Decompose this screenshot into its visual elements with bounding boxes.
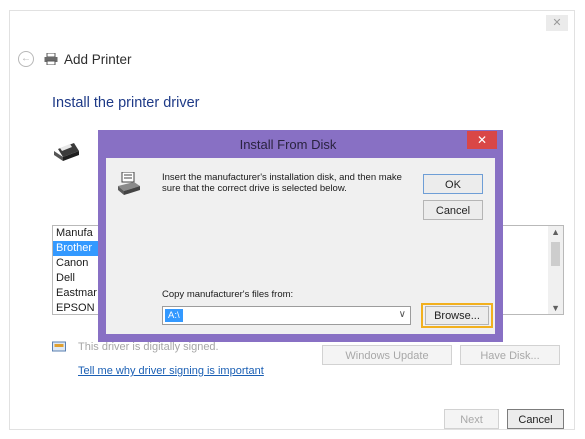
printer-icon (44, 53, 58, 65)
path-value[interactable]: A:\ (165, 309, 183, 322)
list-scrollbar[interactable]: ▲ ▼ (548, 226, 563, 314)
dialog-message: Insert the manufacturer's installation d… (162, 172, 402, 194)
browse-button[interactable]: Browse... (425, 306, 489, 325)
title-row: ← Add Printer (18, 49, 132, 69)
scroll-down-icon[interactable]: ▼ (551, 303, 560, 313)
dialog-cancel-button[interactable]: Cancel (423, 200, 483, 220)
copy-files-label: Copy manufacturer's files from: (162, 289, 294, 300)
disk-drive-icon (118, 172, 140, 195)
scroll-thumb[interactable] (551, 242, 560, 266)
signing-status-text: This driver is digitally signed. (78, 341, 219, 353)
driver-signing-row: This driver is digitally signed. (52, 341, 219, 353)
printer-large-icon (54, 143, 79, 161)
have-disk-button[interactable]: Have Disk... (460, 345, 560, 365)
list-item-selected[interactable]: Brother (53, 241, 102, 256)
path-combobox[interactable]: A:\ ∨ (162, 306, 411, 325)
chevron-down-icon[interactable]: ∨ (399, 309, 406, 320)
cancel-button[interactable]: Cancel (507, 409, 564, 429)
window-title: Add Printer (64, 51, 132, 67)
next-button[interactable]: Next (444, 409, 499, 429)
dialog-body: Insert the manufacturer's installation d… (106, 158, 495, 334)
section-title: Install the printer driver (52, 95, 200, 111)
install-from-disk-dialog: Install From Disk ✕ Insert the manufactu… (98, 130, 503, 342)
dialog-title: Install From Disk (239, 137, 337, 152)
back-arrow-icon[interactable]: ← (18, 51, 34, 67)
signed-driver-icon (52, 341, 66, 352)
window-close-button[interactable]: ✕ (546, 15, 568, 31)
dialog-close-button[interactable]: ✕ (467, 131, 497, 149)
ok-button[interactable]: OK (423, 174, 483, 194)
scroll-up-icon[interactable]: ▲ (551, 227, 560, 237)
browse-highlight: Browse... (421, 303, 493, 328)
windows-update-button[interactable]: Windows Update (322, 345, 452, 365)
driver-signing-link[interactable]: Tell me why driver signing is important (78, 365, 264, 377)
